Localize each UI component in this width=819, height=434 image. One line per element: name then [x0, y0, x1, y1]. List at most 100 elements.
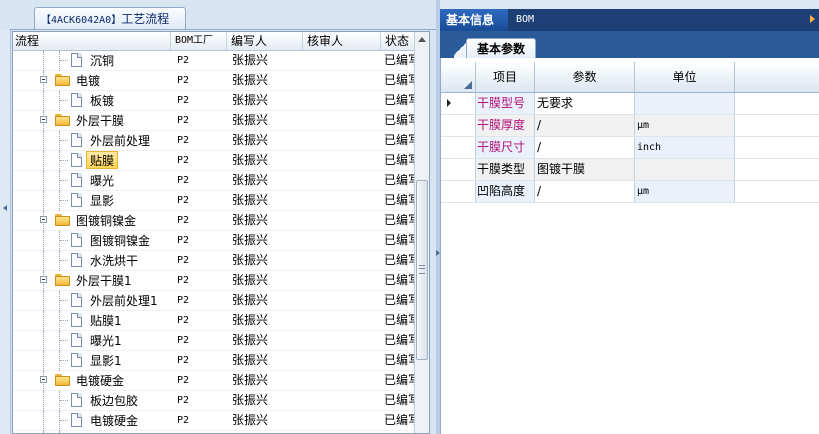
tree-row[interactable]: 板边包胶 P2 张振兴 已编写 — [13, 391, 415, 411]
tree-row[interactable]: 电镀硬金 P2 张振兴 已编写 — [13, 411, 415, 431]
tree-row[interactable]: 显影1 P2 张振兴 已编写 — [13, 351, 415, 371]
param-cell-unit[interactable]: inch — [635, 137, 735, 158]
tree-cell-reviewer — [307, 171, 379, 190]
param-cell-unit[interactable]: μm — [635, 181, 735, 202]
tree-row[interactable]: 贴膜 P2 张振兴 已编写 — [13, 151, 415, 171]
param-row[interactable]: 凹陷高度 / μm — [441, 181, 819, 203]
param-cell-value[interactable]: 无要求 — [535, 93, 635, 114]
param-grid[interactable]: 项目 参数 单位 干膜型号 无要求 干膜厚度 / μm 干膜尺寸 / inch 干膜类型 图镀干膜… — [440, 58, 819, 434]
row-indicator[interactable] — [441, 115, 476, 136]
tree-row[interactable]: 外层干膜 P2 张振兴 已编写 — [13, 111, 415, 131]
param-cell-unit[interactable]: μm — [635, 115, 735, 136]
collapse-toggle-icon[interactable] — [40, 116, 47, 123]
tree-line — [60, 200, 68, 201]
tree-row[interactable]: 外层前处理 P2 张振兴 已编写 — [13, 131, 415, 151]
left-collapse-strip[interactable] — [0, 30, 11, 434]
column-header-unit[interactable]: 单位 — [635, 62, 735, 92]
tree-row[interactable]: 图镀铜镍金 P2 张振兴 已编写 — [13, 211, 415, 231]
tree-cell-status: 已编写 — [384, 113, 414, 127]
tree-line — [60, 260, 68, 261]
document-icon — [71, 333, 82, 347]
expand-arrow-icon[interactable] — [810, 15, 815, 23]
tree-row[interactable]: 图镀铜镍金 P2 张振兴 已编写 — [13, 231, 415, 251]
collapse-arrow-icon[interactable] — [3, 205, 7, 211]
param-cell-value[interactable]: / — [535, 181, 635, 202]
column-header-param[interactable]: 参数 — [535, 62, 635, 92]
param-cell-value[interactable]: / — [535, 115, 635, 136]
tree-cell-status: 已编写 — [384, 293, 414, 307]
tree-row[interactable]: 曝光 P2 张振兴 已编写 — [13, 171, 415, 191]
param-row[interactable]: 干膜类型 图镀干膜 — [441, 159, 819, 181]
sub-tab-row: 基本参数 — [440, 31, 819, 58]
row-indicator[interactable] — [441, 181, 476, 202]
tree-line — [59, 51, 60, 71]
tab-basic-info[interactable]: 基本信息 — [440, 9, 508, 31]
tree-row[interactable]: 外层干膜1 P2 张振兴 已编写 — [13, 271, 415, 291]
tree-row[interactable]: 板镀 P2 张振兴 已编写 — [13, 91, 415, 111]
scroll-up-arrow-icon[interactable] — [418, 37, 426, 42]
tree-row[interactable]: 外层前处理1 P2 张振兴 已编写 — [13, 291, 415, 311]
tree-line — [59, 231, 60, 251]
tree-line — [60, 180, 68, 181]
tree-line — [43, 291, 44, 311]
tree-row-name: 外层前处理 — [90, 134, 151, 148]
param-cell-value[interactable]: / — [535, 137, 635, 158]
tree-cell-reviewer — [307, 391, 379, 410]
tree-cell-factory: P2 — [177, 95, 190, 106]
scroll-thumb[interactable] — [416, 180, 428, 360]
folder-icon — [55, 114, 70, 126]
tree-line — [59, 331, 60, 351]
column-header-reviewer[interactable]: 核审人 — [303, 32, 381, 50]
tree-cell-author: 张振兴 — [232, 393, 269, 407]
row-indicator[interactable] — [441, 159, 476, 180]
row-indicator[interactable] — [441, 137, 476, 158]
param-cell-unit[interactable] — [635, 93, 735, 114]
folder-icon — [55, 274, 70, 286]
row-indicator[interactable] — [441, 93, 476, 114]
tree-line — [59, 251, 60, 271]
tree-row[interactable]: 沉铜 P2 张振兴 已编写 — [13, 51, 415, 71]
param-cell-item: 干膜尺寸 — [476, 137, 535, 158]
process-tree-grid[interactable]: 流程 BOM工厂 编写人 核审人 状态 沉铜P2张振兴已编写电镀P2张振兴已编写… — [12, 31, 430, 434]
collapse-toggle-icon[interactable] — [40, 276, 47, 283]
column-header-author[interactable]: 编写人 — [227, 32, 303, 50]
collapse-toggle-icon[interactable] — [40, 76, 47, 83]
tab-bom[interactable]: BOM — [510, 9, 546, 31]
collapse-toggle-icon[interactable] — [40, 376, 47, 383]
process-flow-title-tab[interactable]: 【4ACK6042A0】工艺流程 — [34, 7, 186, 29]
tree-row[interactable]: 水洗烘干 P2 张振兴 已编写 — [13, 251, 415, 271]
tree-line — [43, 151, 44, 171]
param-cell-unit[interactable] — [635, 159, 735, 180]
tree-cell-factory: P2 — [177, 155, 190, 166]
tree-cell-author: 张振兴 — [232, 73, 269, 87]
tree-line — [59, 391, 60, 411]
param-row[interactable]: 干膜型号 无要求 — [441, 93, 819, 115]
tree-row-name: 显影1 — [90, 354, 122, 368]
column-header-flow[interactable]: 流程 — [13, 32, 171, 50]
tree-cell-reviewer — [307, 311, 379, 330]
tree-row-name: 沉铜 — [90, 54, 115, 68]
collapse-toggle-icon[interactable] — [40, 216, 47, 223]
param-row[interactable]: 干膜厚度 / μm — [441, 115, 819, 137]
tab-basic-params[interactable]: 基本参数 — [466, 38, 536, 58]
tree-vertical-scrollbar[interactable] — [414, 32, 429, 433]
tree-row[interactable]: 电镀 P2 张振兴 已编写 — [13, 71, 415, 91]
tree-row[interactable]: 电镀硬金 P2 张振兴 已编写 — [13, 371, 415, 391]
tree-row[interactable]: 曝光1 P2 张振兴 已编写 — [13, 331, 415, 351]
column-header-status[interactable]: 状态 — [381, 32, 415, 50]
tree-cell-reviewer — [307, 331, 379, 350]
tree-line — [43, 171, 44, 191]
column-header-bom-factory[interactable]: BOM工厂 — [171, 32, 227, 50]
tree-row[interactable]: 显影 P2 张振兴 已编写 — [13, 191, 415, 211]
tree-cell-status: 已编写 — [384, 133, 414, 147]
divider — [10, 29, 436, 30]
tree-cell-author: 张振兴 — [232, 253, 269, 267]
column-header-item[interactable]: 项目 — [476, 62, 535, 92]
tree-cell-author: 张振兴 — [232, 273, 269, 287]
tree-cell-author: 张振兴 — [232, 213, 269, 227]
tree-cell-status: 已编写 — [384, 73, 414, 87]
param-cell-value[interactable]: 图镀干膜 — [535, 159, 635, 180]
tree-row[interactable]: 贴膜1 P2 张振兴 已编写 — [13, 311, 415, 331]
document-icon — [71, 293, 82, 307]
param-row[interactable]: 干膜尺寸 / inch — [441, 137, 819, 159]
